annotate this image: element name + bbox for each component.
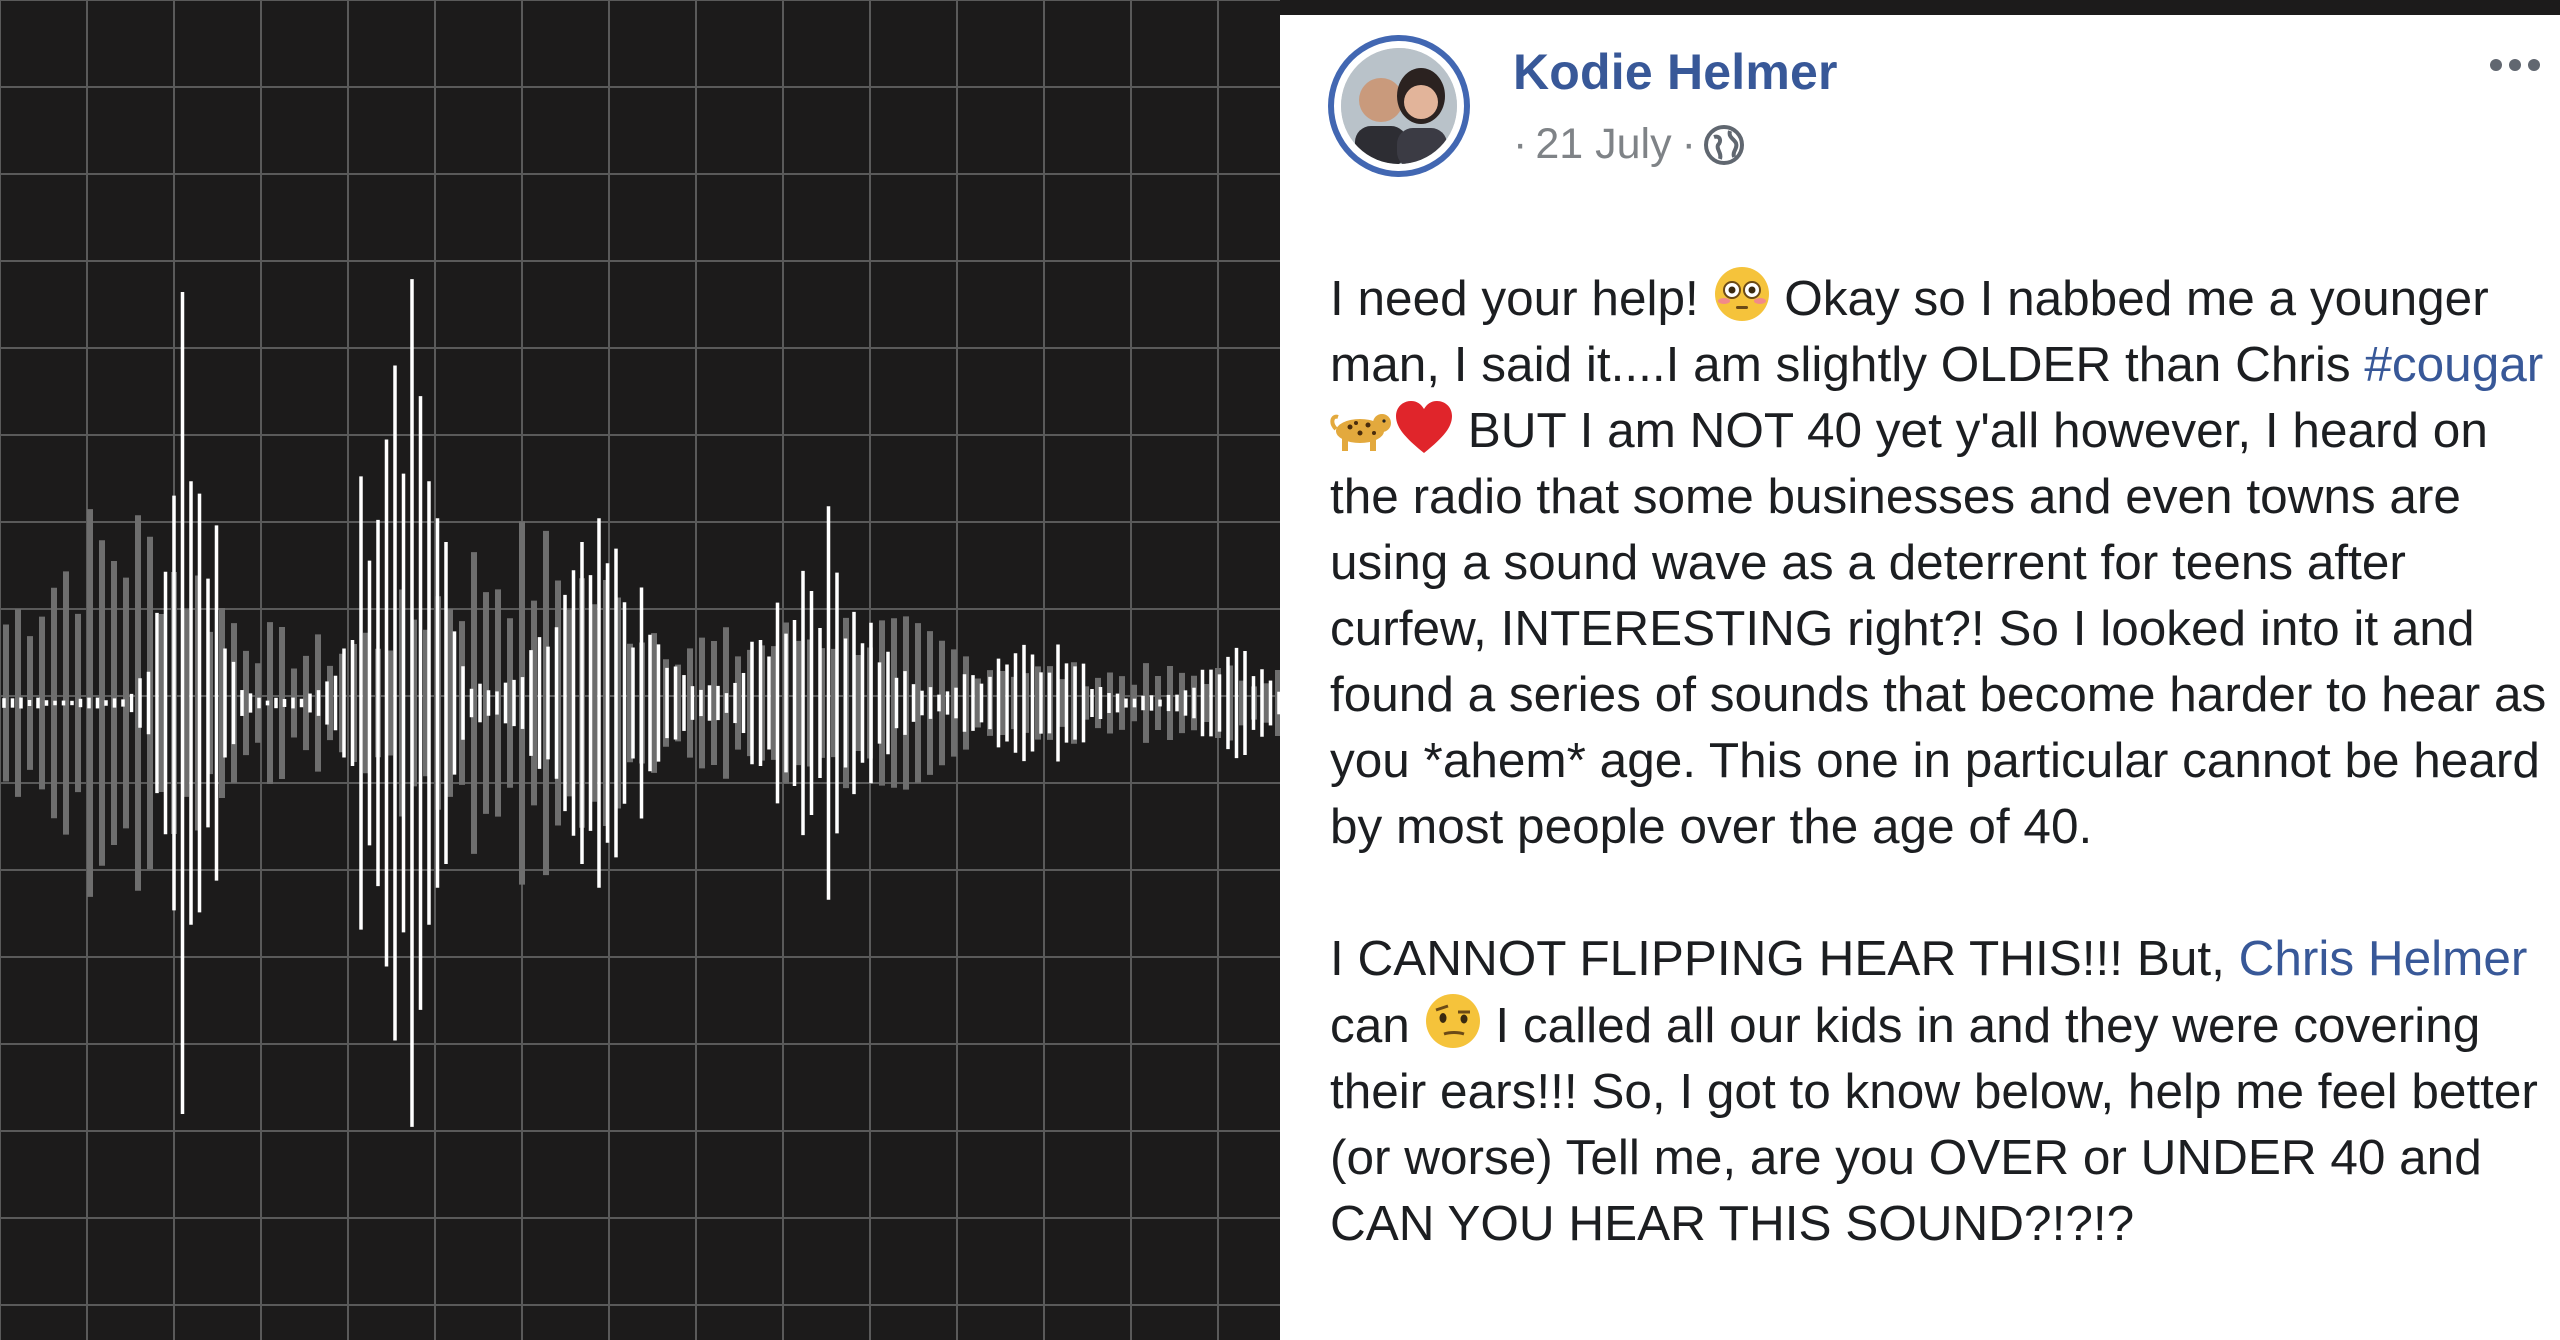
profile-photo-icon <box>1341 48 1457 164</box>
more-dot <box>2509 59 2521 71</box>
post-text-segment: I called all our kids in and they were c… <box>1330 998 2538 1251</box>
post-paragraph-2: I CANNOT FLIPPING HEAR THIS!!! But, Chri… <box>1330 926 2555 1257</box>
avatar[interactable] <box>1328 35 1470 177</box>
post-text-segment: BUT I am NOT 40 yet y'all however, I hea… <box>1330 403 2547 854</box>
flushed-face-emoji-icon <box>1714 267 1769 321</box>
sound-wave-image <box>0 0 1280 1340</box>
facebook-post: Kodie Helmer · 21 July · I need your hel… <box>1280 15 2560 1340</box>
avatar-photo <box>1341 48 1457 164</box>
post-text-segment: can <box>1330 998 1424 1053</box>
more-dot <box>2490 59 2502 71</box>
red-heart-emoji-icon <box>1396 401 1452 453</box>
globe-icon[interactable] <box>1702 123 1746 167</box>
post-text-segment: I CANNOT FLIPPING HEAR THIS!!! But, <box>1330 931 2239 986</box>
card-top-strip <box>1280 0 2560 15</box>
waveform-graphic <box>0 0 1280 1340</box>
leopard-emoji-icon <box>1330 414 1391 451</box>
meta-prefix-dot: · <box>1513 120 1528 168</box>
post-date[interactable]: 21 July <box>1535 120 1671 169</box>
author-name[interactable]: Kodie Helmer <box>1513 43 1838 101</box>
more-dot <box>2528 59 2540 71</box>
hashtag-link[interactable]: #cougar <box>2364 337 2543 392</box>
post-text-segment: I need your help! <box>1330 271 1713 326</box>
more-options-icon[interactable] <box>2490 59 2540 71</box>
post-paragraph-1: I need your help! Okay so I nabbed me a … <box>1330 265 2555 860</box>
mention-link[interactable]: Chris Helmer <box>2239 931 2528 986</box>
raised-eyebrow-face-emoji-icon <box>1425 994 1480 1048</box>
meta-separator-dot: · <box>1681 120 1696 168</box>
post-body: I need your help! Okay so I nabbed me a … <box>1330 265 2555 1323</box>
post-meta: · 21 July · <box>1513 120 1746 169</box>
